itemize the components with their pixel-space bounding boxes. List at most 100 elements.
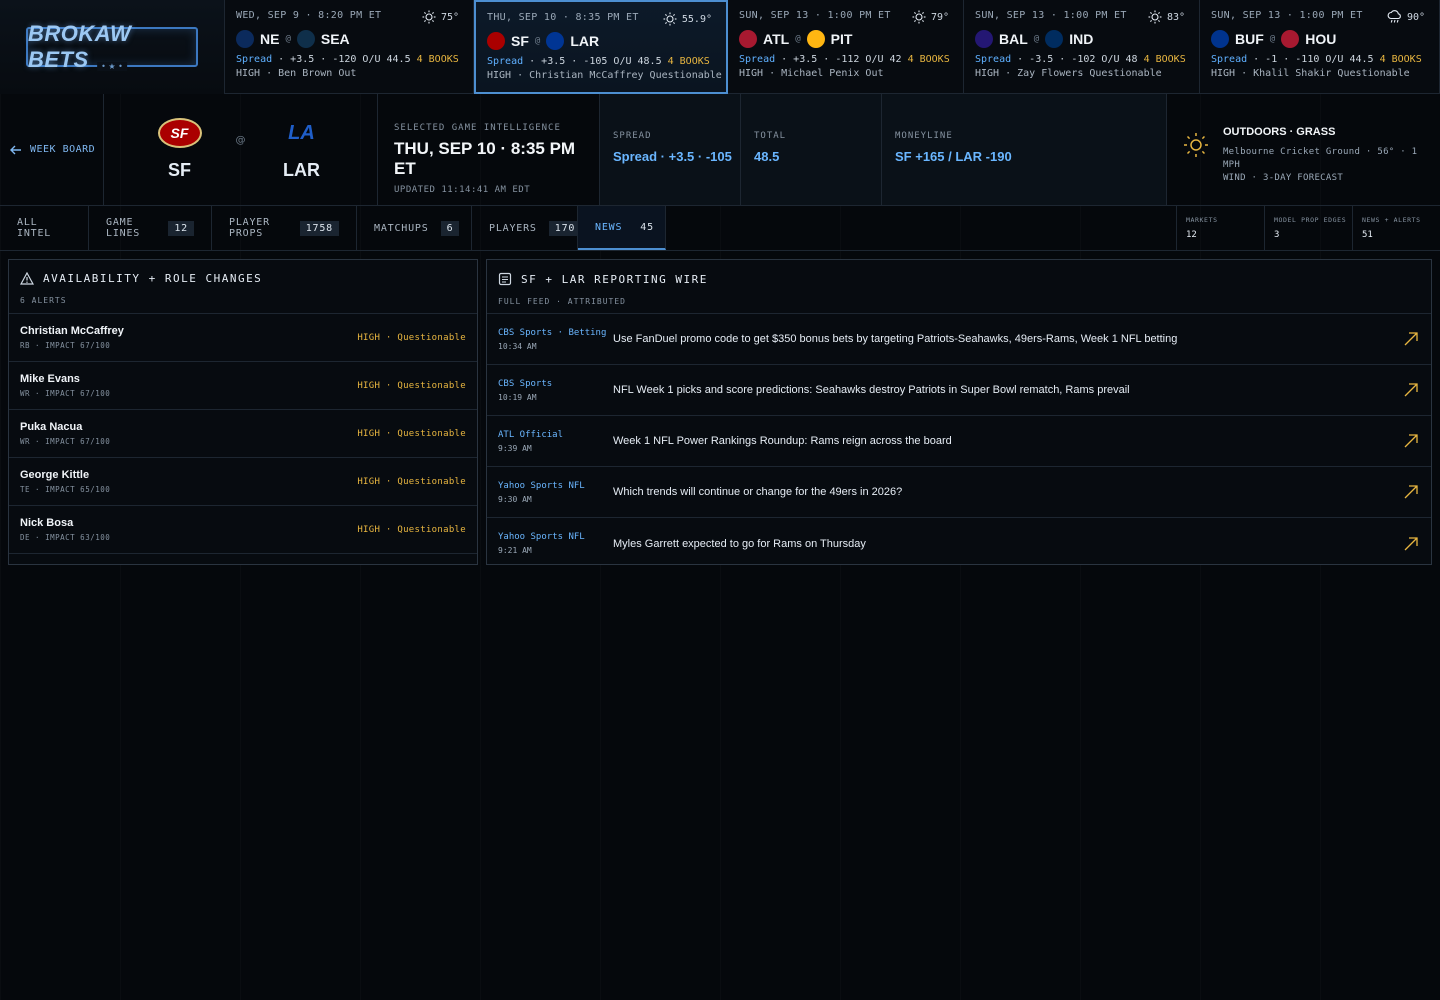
alert-list: Christian McCaffrey RB · IMPACT 67/100 HIG…	[9, 314, 477, 554]
warning-icon	[20, 272, 34, 285]
availability-title: AVAILABILITY + ROLE CHANGES	[43, 272, 263, 285]
game-strip: BROKAW BETS • ★ • WED, SEP 9 · 8:20 PM E…	[0, 0, 1440, 94]
alert-row[interactable]: George Kittle TE · IMPACT 65/100 HIGH · Qu…	[9, 458, 477, 506]
game-card[interactable]: WED, SEP 9 · 8:20 PM ET 75° NE @ SEA Spr…	[225, 0, 474, 94]
news-row[interactable]: Yahoo Sports NFL 9:30 AM Which trends wil…	[487, 467, 1431, 518]
home-team-abbr: HOU	[1305, 31, 1337, 47]
tab-game-lines[interactable]: GAME LINES 12	[89, 206, 212, 250]
moneyline-stat[interactable]: MONEYLINE SF +165 / LAR -190	[882, 94, 1166, 205]
news-row[interactable]: CBS Sports 10:19 AM NFL Week 1 picks and …	[487, 365, 1431, 416]
external-link-icon[interactable]	[1401, 482, 1421, 502]
away-abbr: SF	[167, 160, 191, 180]
books-count: 4 BOOKS	[667, 56, 710, 67]
status-badge: HIGH · Questionable	[357, 476, 466, 487]
alert-row[interactable]: Nick Bosa DE · IMPACT 63/100 HIGH · Questi…	[9, 506, 477, 554]
tab-bar: ALL INTEL GAME LINES 12 PLAYER PROPS 1758 MAT…	[0, 206, 1440, 251]
books-count: 4 BOOKS	[416, 54, 459, 65]
game-temp: 75°	[440, 11, 459, 23]
game-teams: BUF @ HOU	[1211, 29, 1428, 49]
news-source: CBS Sports · Betting	[498, 327, 607, 338]
away-team-abbr: ATL	[763, 31, 790, 47]
game-weather: 83°	[1148, 10, 1185, 24]
news-row[interactable]: CBS Sports · Betting 10:34 AM Use FanDuel…	[487, 314, 1431, 365]
venue-line-2: WIND · 3-DAY FORECAST	[1222, 173, 1344, 183]
news-headline: Which trends will continue or change for…	[613, 486, 903, 498]
tab-count: 6	[440, 220, 460, 236]
reporting-wire-panel: SF + LAR REPORTING WIRE FULL FEED · ATTR…	[486, 259, 1432, 565]
arrow-left-icon	[10, 145, 21, 154]
matchup-block: SF SF @ LA LAR	[104, 94, 378, 205]
game-teams: ATL @ PIT	[739, 29, 952, 49]
books-count: 4 BOOKS	[907, 54, 950, 65]
news-list: CBS Sports · Betting 10:34 AM Use FanDuel…	[487, 314, 1431, 569]
sun-icon	[912, 10, 926, 24]
news-time: 9:30 AM	[498, 494, 532, 504]
brand-logo[interactable]: BROKAW BETS • ★ •	[0, 0, 225, 94]
news-headline: Week 1 NFL Power Rankings Roundup: Rams …	[613, 435, 952, 447]
away-team-logo-icon	[975, 30, 993, 48]
spread-label: Spread	[739, 54, 776, 65]
tab-news[interactable]: NEWS 45	[578, 206, 666, 250]
moneyline-label: MONEYLINE	[895, 131, 953, 141]
game-note: HIGH · Khalil Shakir Questionable	[1211, 68, 1410, 79]
home-team-abbr: PIT	[830, 31, 853, 47]
away-team-abbr: BAL	[999, 31, 1028, 47]
kpi-value: 3	[1274, 230, 1280, 240]
game-note: HIGH · Ben Brown Out	[236, 68, 357, 79]
spread-label: Spread	[975, 54, 1012, 65]
sun-icon	[1183, 133, 1208, 157]
news-headline: Myles Garrett expected to go for Rams on…	[613, 537, 866, 550]
game-card[interactable]: THU, SEP 10 · 8:35 PM ET 55.9° SF @ LAR …	[474, 0, 728, 94]
game-card[interactable]: SUN, SEP 13 · 1:00 PM ET 79° ATL @ PIT S…	[728, 0, 964, 94]
game-weather: 79°	[912, 10, 949, 24]
books-count: 4 BOOKS	[1143, 54, 1186, 65]
player-name: Mike Evans	[20, 373, 80, 385]
game-temp: 79°	[930, 11, 949, 23]
line-value: · +3.5 · -105 O/U 48.5	[523, 56, 668, 67]
tab-count: 170	[548, 220, 582, 236]
game-weather: 55.9°	[663, 12, 712, 26]
game-line: Spread · +3.5 · -112 O/U 42 4 BOOKS	[739, 54, 952, 65]
wire-subtitle: FULL FEED · ATTRIBUTED	[498, 297, 626, 306]
intel-title: THU, SEP 10 · 8:35 PM ET	[394, 139, 576, 178]
news-row[interactable]: Yahoo Sports NFL 9:21 AM Myles Garrett ex…	[487, 518, 1431, 569]
tab-count: 45	[640, 221, 654, 233]
tab-player-props[interactable]: PLAYER PROPS 1758	[212, 206, 357, 250]
tab-matchups[interactable]: MATCHUPS 6	[357, 206, 472, 250]
game-weather: 90°	[1387, 10, 1425, 24]
spread-label: Spread	[236, 54, 273, 65]
tab-all-intel[interactable]: ALL INTEL	[0, 206, 89, 250]
player-name: Nick Bosa	[20, 517, 74, 529]
external-link-icon[interactable]	[1401, 380, 1421, 400]
home-team-logo-icon	[1281, 30, 1300, 48]
home-team: LA LAR	[280, 118, 324, 181]
tab-label: ALL INTEL	[17, 217, 52, 239]
news-time: 10:34 AM	[498, 341, 537, 351]
game-card[interactable]: SUN, SEP 13 · 1:00 PM ET 83° BAL @ IND S…	[964, 0, 1200, 94]
external-link-icon[interactable]	[1401, 329, 1421, 349]
kpi-markets: MARKETS 12	[1176, 206, 1264, 250]
away-team-logo-icon	[236, 30, 254, 48]
venue-details: Melbourne Cricket Ground · 56° · 1 MPH W…	[1223, 146, 1440, 185]
news-row[interactable]: ATL Official 9:39 AM Week 1 NFL Power Ran…	[487, 416, 1431, 467]
alert-row[interactable]: Puka Nacua WR · IMPACT 67/100 HIGH · Quest…	[9, 410, 477, 458]
line-value: · -3.5 · -102 O/U 48	[1011, 54, 1144, 65]
external-link-icon[interactable]	[1401, 534, 1421, 554]
tab-count: 12	[168, 220, 194, 236]
alert-row[interactable]: Mike Evans WR · IMPACT 67/100 HIGH · Quest…	[9, 362, 477, 410]
spread-stat[interactable]: SPREAD Spread · +3.5 · -105	[600, 94, 741, 205]
home-team-logo-icon	[546, 32, 565, 50]
game-teams: NE @ SEA	[236, 29, 462, 49]
news-source: Yahoo Sports NFL	[498, 532, 585, 542]
alert-row[interactable]: Christian McCaffrey RB · IMPACT 67/100 HIG…	[9, 314, 477, 362]
news-source: ATL Official	[498, 429, 564, 440]
tab-players[interactable]: PLAYERS 170	[472, 206, 582, 250]
week-board-back-link[interactable]: WEEK BOARD	[0, 94, 104, 205]
sf-logo-icon: SF	[157, 118, 202, 148]
game-card[interactable]: SUN, SEP 13 · 1:00 PM ET 90° BUF @ HOU S…	[1200, 0, 1440, 94]
intel-label: SELECTED GAME INTELLIGENCE	[394, 123, 561, 133]
external-link-icon[interactable]	[1401, 431, 1421, 451]
total-stat[interactable]: TOTAL 48.5	[741, 94, 882, 205]
player-impact: WR · IMPACT 67/100	[20, 437, 111, 446]
rain-cloud-icon	[1387, 10, 1401, 23]
